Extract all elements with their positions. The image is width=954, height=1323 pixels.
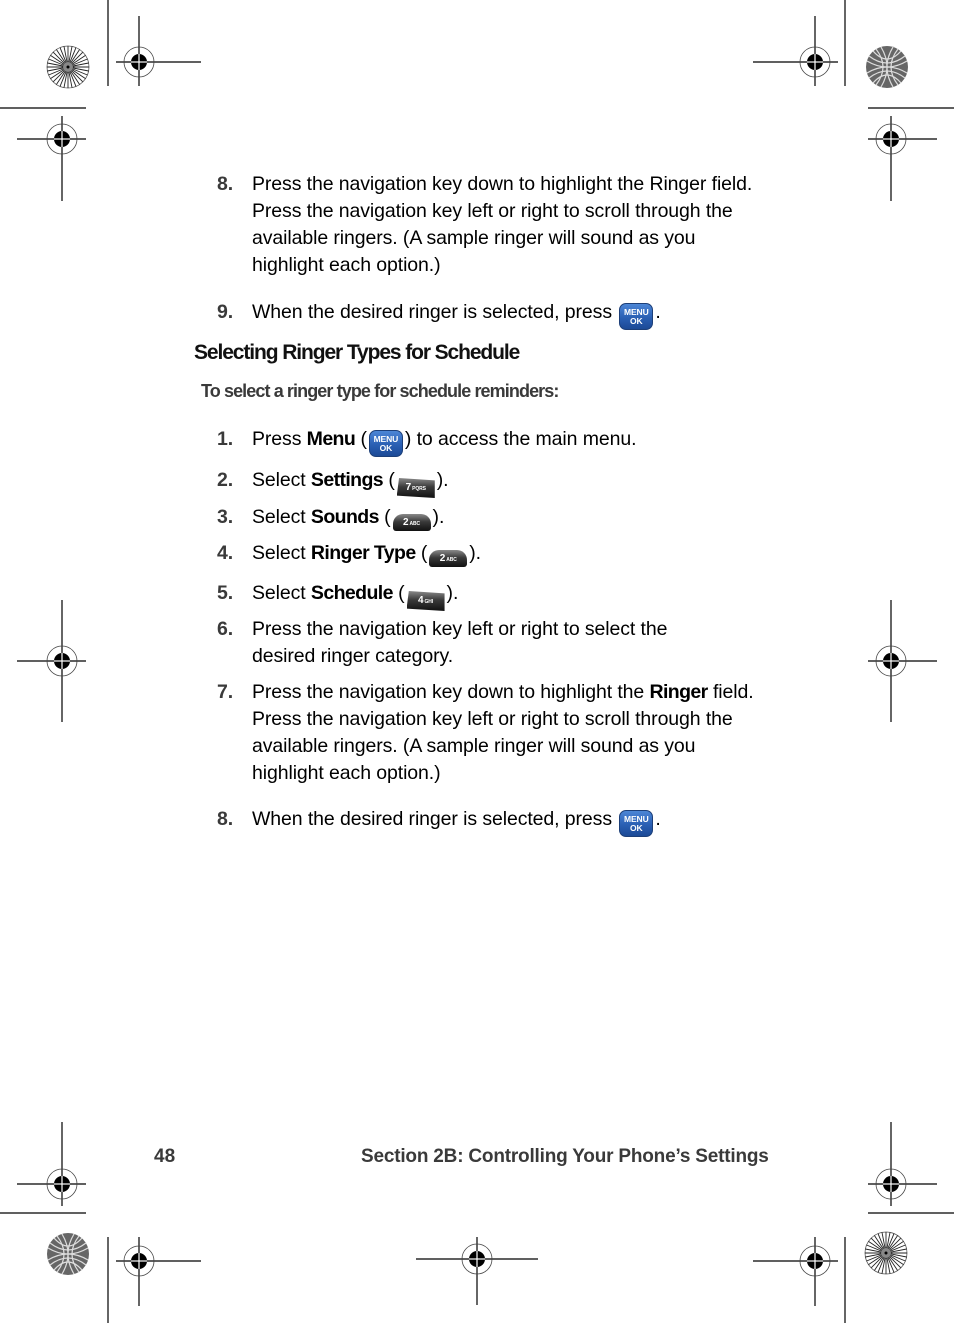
key-letters: ABC <box>409 521 421 527</box>
section-heading: Selecting Ringer Types for Schedule <box>194 341 520 364</box>
step-text-post: ). <box>446 582 459 604</box>
step-number: 5. <box>217 582 234 604</box>
step-text: When the desired ringer is selected, pre… <box>252 806 772 837</box>
step-text-post: ). <box>432 506 445 528</box>
procedure-subheading: To select a ringer type for schedule rem… <box>201 381 559 401</box>
step-text-pre: Select <box>252 469 311 491</box>
step-text-before: When the desired ringer is selected, pre… <box>252 301 612 323</box>
step-number: 7. <box>217 681 234 703</box>
step-text: Select Schedule (4GHI). <box>252 580 772 611</box>
step-text-post: ) to access the main menu. <box>404 428 637 450</box>
step-number: 3. <box>217 506 234 528</box>
step-text: Press Menu (MENU OK) to access the main m… <box>252 426 772 457</box>
key-digit: 2 <box>403 517 409 528</box>
step-text-after: . <box>655 808 661 830</box>
step-number: 9. <box>217 301 234 323</box>
step-number: 2. <box>217 469 234 491</box>
step-text: Select Sounds (2ABC). <box>252 504 772 531</box>
key-digit: 7 <box>405 482 412 493</box>
menu-ok-key-icon: MENU OK <box>619 303 654 330</box>
step-text-post: ). <box>469 542 481 564</box>
step-text: Press the navigation key down to highlig… <box>252 679 772 787</box>
key-4-ghi-icon: 4GHI <box>406 591 445 611</box>
menu-ok-key-icon: MENU OK <box>368 430 403 457</box>
sounds-term: Sounds <box>310 506 380 528</box>
paren-open: ( <box>378 506 391 528</box>
step-text: Press the navigation key left or right t… <box>252 618 668 667</box>
step-text-pre: Select <box>252 506 311 528</box>
key-7-pqrs-icon: 7PQRS <box>396 478 435 498</box>
settings-term: Settings <box>310 469 384 491</box>
key-2-abc-icon: 2ABC <box>392 514 431 531</box>
ok-key-label: OK <box>630 823 643 833</box>
step-number: 1. <box>217 428 234 450</box>
step-text: Select Settings (7PQRS). <box>252 467 772 498</box>
key-letters: GHI <box>424 599 434 605</box>
paren-open: ( <box>383 469 395 491</box>
key-letters: PQRS <box>412 486 426 492</box>
key-digit: 4 <box>418 595 424 606</box>
paren-open: ( <box>415 542 428 564</box>
key-2-abc-icon: 2ABC <box>429 550 468 567</box>
ringer-type-term: Ringer Type <box>310 542 416 564</box>
ok-key-label: OK <box>379 443 393 453</box>
paren-open: ( <box>392 582 405 604</box>
menu-term: Menu <box>306 428 356 450</box>
paren-open: ( <box>355 428 368 450</box>
step-text-pre: Select <box>252 542 311 564</box>
schedule-term: Schedule <box>310 582 394 604</box>
ok-key-label: OK <box>630 316 643 326</box>
page-number: 48 <box>154 1146 176 1167</box>
menu-ok-key-icon: MENU OK <box>619 810 654 837</box>
ringer-term: Ringer <box>649 681 708 703</box>
key-digit: 2 <box>439 553 446 564</box>
footer-section-title: Section 2B: Controlling Your Phone’s Set… <box>361 1146 769 1167</box>
step-number: 6. <box>217 618 234 640</box>
step-text-pre: Select <box>252 582 311 604</box>
step-text-pre: Press <box>252 428 307 450</box>
step-number: 8. <box>217 173 234 195</box>
step-text: Select Ringer Type (2ABC). <box>252 540 772 567</box>
key-letters: ABC <box>446 557 457 563</box>
step-text: When the desired ringer is selected, pre… <box>252 299 772 330</box>
step-text-before: When the desired ringer is selected, pre… <box>252 808 612 830</box>
step-text: Press the navigation key down to highlig… <box>252 173 753 276</box>
step-text-after: . <box>655 301 661 323</box>
step-number: 8. <box>217 808 234 830</box>
step-number: 4. <box>217 542 234 564</box>
step-text-post: ). <box>436 469 449 491</box>
step-text-pre: Press the navigation key down to highlig… <box>252 681 650 703</box>
